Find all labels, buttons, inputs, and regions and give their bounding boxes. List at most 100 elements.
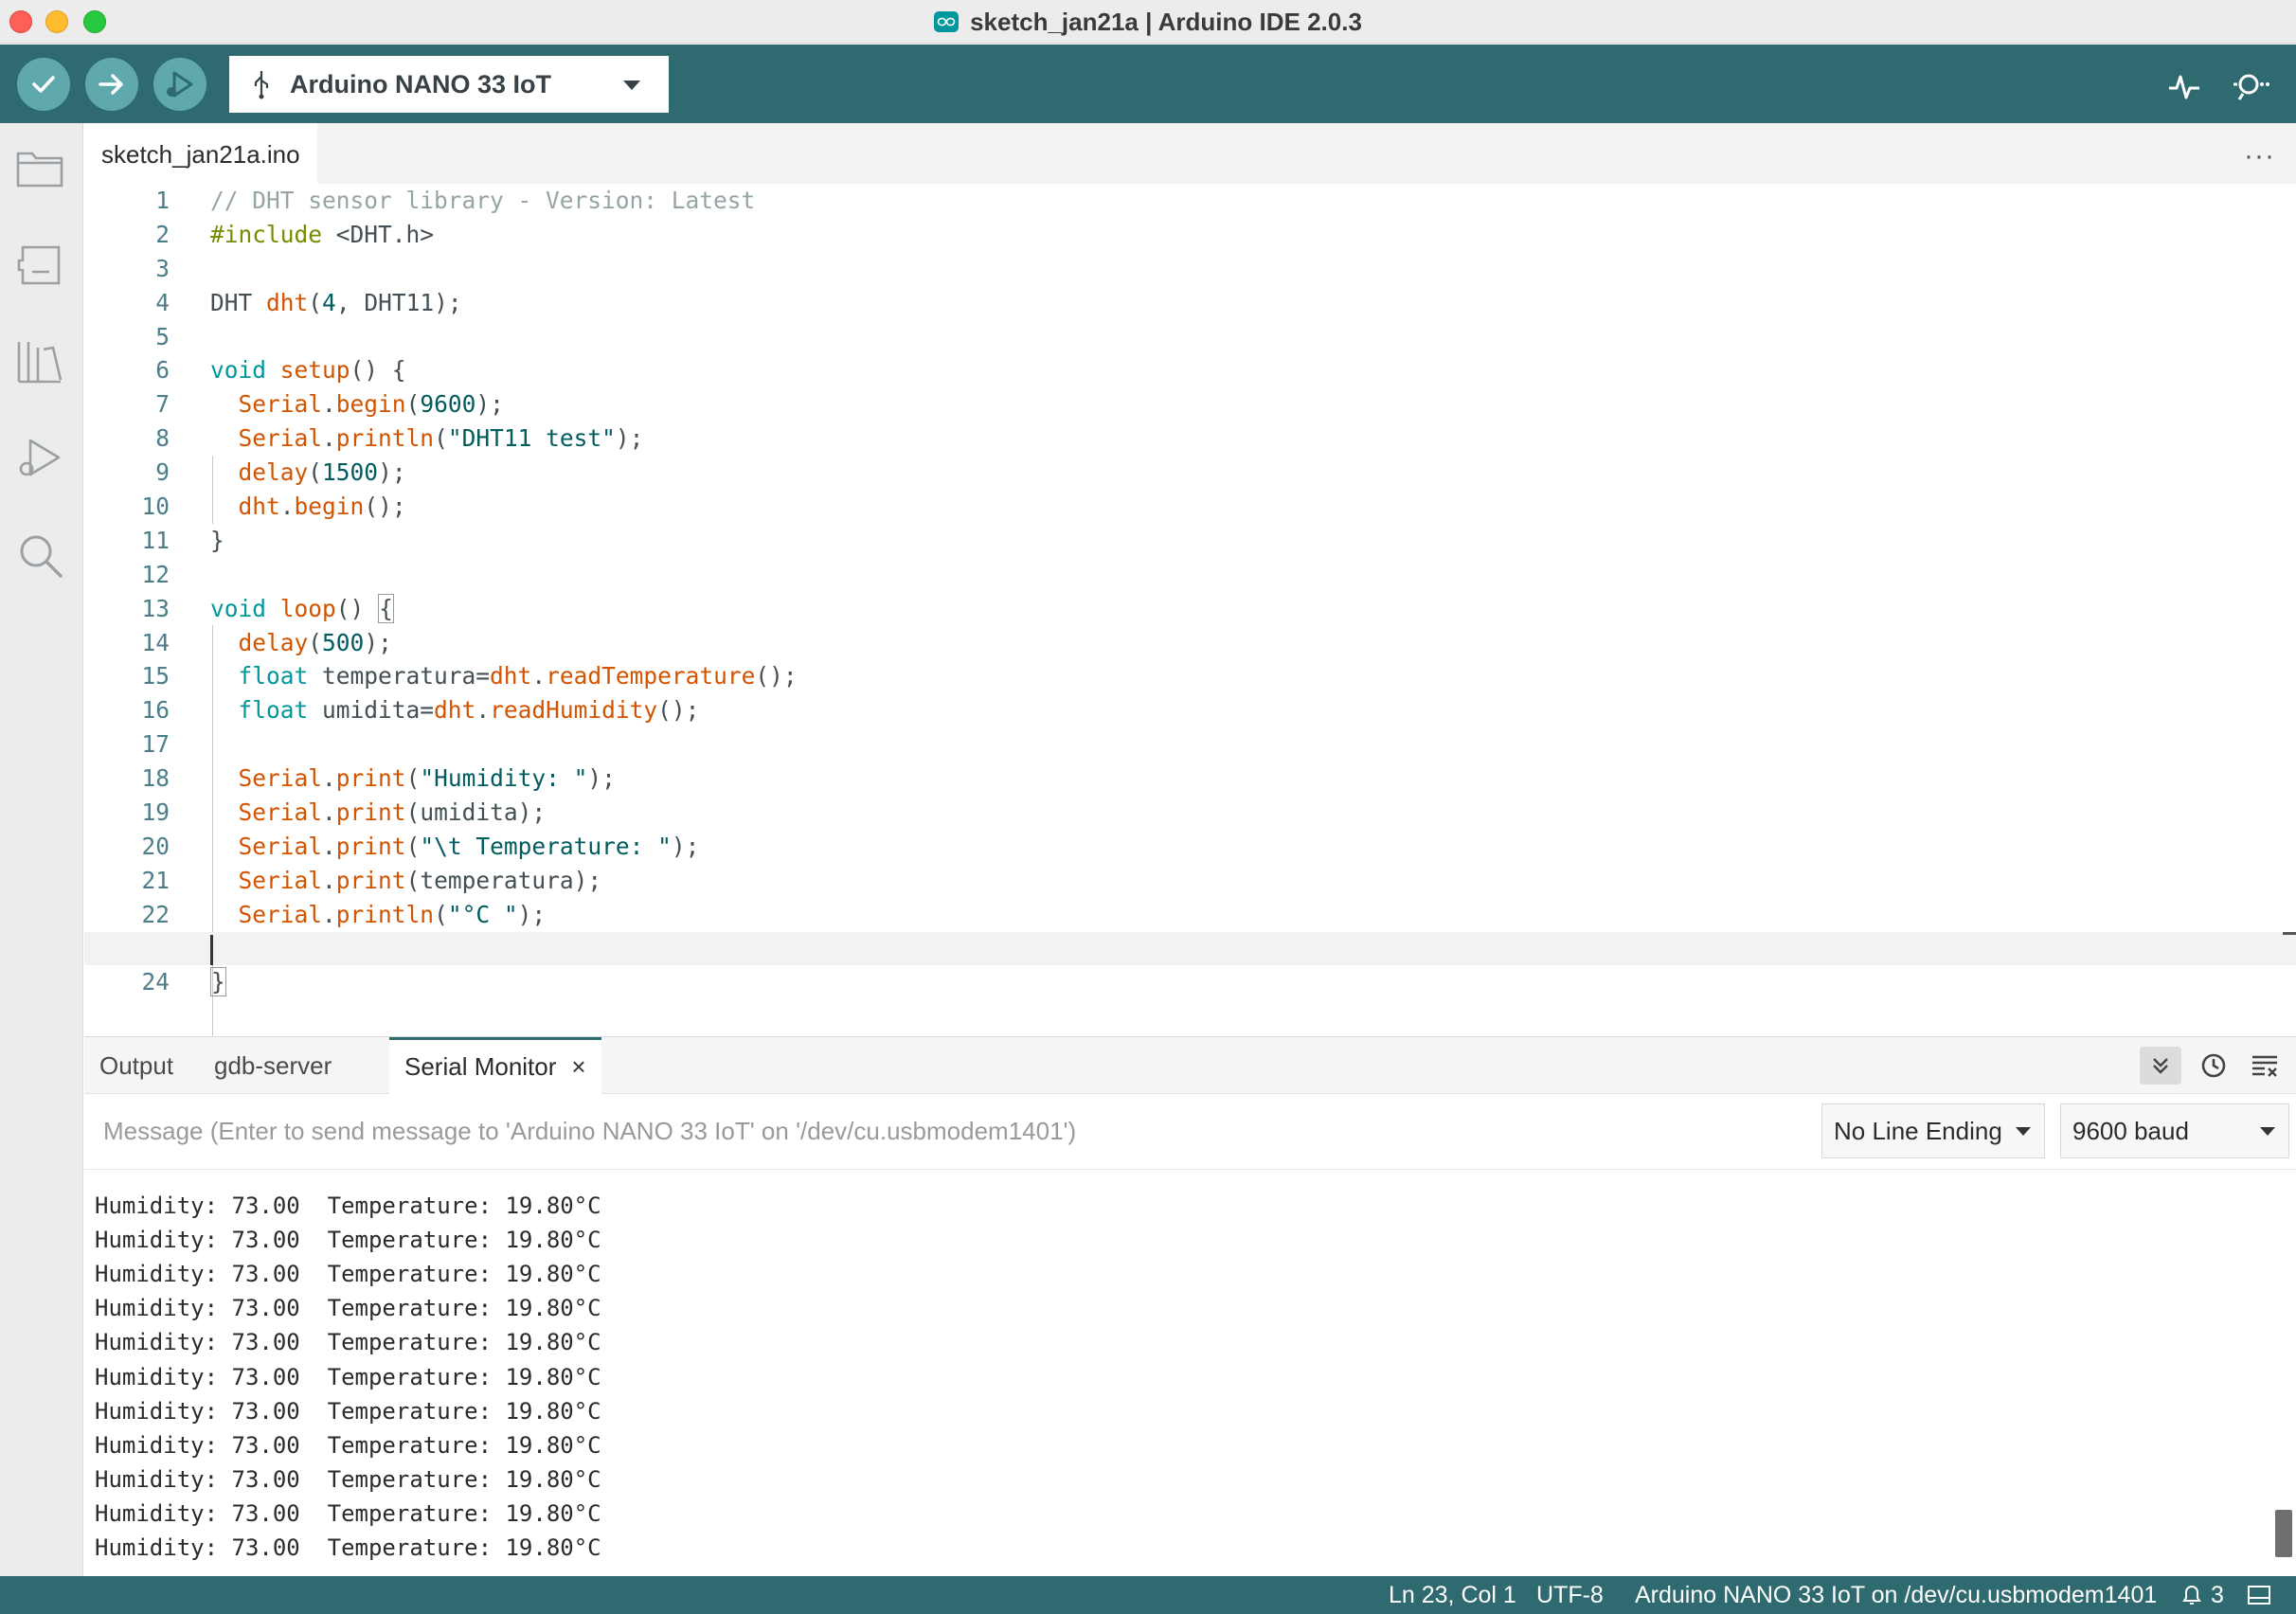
- serial-line: Humidity: 73.00 Temperature: 19.80°C: [95, 1465, 601, 1493]
- code-line: DHT dht(4, DHT11);: [210, 288, 462, 316]
- clear-output-button[interactable]: [2244, 1047, 2286, 1085]
- line-number: 15: [141, 662, 170, 690]
- code-line: Serial.print(temperatura);: [238, 866, 602, 894]
- code-editor[interactable]: 123456789101112131415161718192021222324 …: [84, 184, 2296, 1169]
- clock-icon: [2201, 1053, 2226, 1078]
- code-line: dht.begin();: [238, 493, 406, 521]
- line-number: 24: [141, 968, 170, 996]
- boards-manager-button[interactable]: [13, 239, 66, 292]
- serial-output: Humidity: 73.00 Temperature: 19.80°C Humi…: [84, 1172, 2296, 1577]
- folder-icon: [16, 152, 63, 188]
- debug-view-button[interactable]: [13, 432, 66, 485]
- serial-line: Humidity: 73.00 Temperature: 19.80°C: [95, 1397, 601, 1425]
- text-cursor: [210, 934, 213, 965]
- sketchbook-button[interactable]: [13, 142, 66, 195]
- line-number: 6: [155, 356, 170, 385]
- serial-line: Humidity: 73.00 Temperature: 19.80°C: [95, 1227, 601, 1254]
- search-button[interactable]: [13, 529, 66, 582]
- toggle-panel-button[interactable]: [2247, 1576, 2271, 1614]
- tab-gdb-server[interactable]: gdb-server: [214, 1037, 332, 1094]
- baud-rate-select[interactable]: 9600 baud: [2060, 1103, 2289, 1158]
- tab-serial-monitor[interactable]: Serial Monitor ×: [389, 1037, 601, 1094]
- cursor-position[interactable]: Ln 23, Col 1: [1389, 1576, 1516, 1614]
- clear-all-icon: [2252, 1055, 2277, 1077]
- debug-icon: [167, 71, 193, 98]
- close-icon[interactable]: ×: [571, 1052, 585, 1082]
- serial-line: Humidity: 73.00 Temperature: 19.80°C: [95, 1363, 601, 1390]
- more-icon[interactable]: ···: [2244, 140, 2275, 172]
- debug-icon: [19, 439, 61, 476]
- code-line: Serial.begin(9600);: [238, 390, 504, 419]
- board-selector[interactable]: Arduino NANO 33 IoT: [229, 56, 669, 113]
- verify-button[interactable]: [17, 58, 70, 111]
- serial-line: Humidity: 73.00 Temperature: 19.80°C: [95, 1261, 601, 1288]
- line-number: 19: [141, 798, 170, 827]
- line-number: 16: [141, 696, 170, 725]
- line-number: 18: [141, 764, 170, 793]
- code-line: Serial.print("Humidity: ");: [238, 764, 616, 793]
- line-number: 5: [155, 322, 170, 350]
- status-bar: Ln 23, Col 1 UTF-8 Arduino NANO 33 IoT o…: [0, 1576, 2296, 1614]
- code-line: Serial.println("DHT11 test");: [238, 424, 644, 453]
- arrow-right-icon: [99, 74, 123, 95]
- tab-sketch-file[interactable]: sketch_jan21a.ino: [84, 123, 317, 184]
- serial-output-scrollbar[interactable]: [2275, 1510, 2292, 1557]
- code-line: Serial.println("°C ");: [238, 900, 547, 928]
- autoscroll-toggle[interactable]: [2140, 1047, 2181, 1085]
- boards-manager-icon: [17, 245, 61, 285]
- chevron-down-icon: [623, 81, 640, 90]
- checkmark-icon: [32, 76, 55, 93]
- library-manager-button[interactable]: [13, 335, 66, 388]
- line-number: 14: [141, 628, 170, 656]
- serial-line: Humidity: 73.00 Temperature: 19.80°C: [95, 1193, 601, 1219]
- code-line: delay(500);: [238, 628, 392, 656]
- upload-button[interactable]: [85, 58, 138, 111]
- search-icon: [20, 535, 63, 578]
- panel-tab-bar: Output gdb-server Serial Monitor ×: [84, 1037, 2296, 1094]
- toolbar: Arduino NANO 33 IoT: [0, 45, 2296, 123]
- line-ending-select[interactable]: No Line Ending: [1821, 1103, 2045, 1158]
- line-number: 1: [155, 187, 170, 214]
- code-line-current: [84, 931, 2296, 966]
- debug-button[interactable]: [153, 58, 206, 111]
- title-bar: sketch_jan21a | Arduino IDE 2.0.3: [0, 0, 2296, 44]
- code-line: Serial.print("\t Temperature: ");: [238, 832, 700, 860]
- overview-ruler-mark: [2283, 932, 2296, 935]
- line-number: 17: [141, 730, 170, 759]
- chevrons-down-icon: [2153, 1058, 2168, 1074]
- line-ending-value: No Line Ending: [1834, 1116, 2002, 1145]
- serial-plotter-icon: [2169, 75, 2199, 99]
- notifications-button[interactable]: 3: [2180, 1576, 2224, 1614]
- usb-icon: [254, 71, 269, 99]
- bottom-panel: Output gdb-server Serial Monitor × No Li…: [84, 1036, 2296, 1576]
- serial-monitor-button[interactable]: [2232, 65, 2273, 107]
- code-line: }: [210, 967, 226, 997]
- line-number: 21: [141, 866, 170, 894]
- message-row: No Line Ending 9600 baud: [84, 1094, 2296, 1170]
- serial-line: Humidity: 73.00 Temperature: 19.80°C: [95, 1295, 601, 1322]
- notification-count: 3: [2211, 1582, 2224, 1608]
- tab-output[interactable]: Output: [99, 1037, 173, 1094]
- line-number: 11: [141, 526, 170, 554]
- serial-plotter-button[interactable]: [2163, 65, 2205, 107]
- timestamp-toggle[interactable]: [2193, 1047, 2234, 1085]
- code-line: Serial.print(umidita);: [238, 798, 547, 827]
- code-line: void setup() {: [210, 356, 406, 385]
- file-encoding[interactable]: UTF-8: [1536, 1576, 1604, 1614]
- line-number: 20: [141, 832, 170, 860]
- tab-serial-monitor-label: Serial Monitor: [404, 1052, 557, 1081]
- code-line: float temperatura=dht.readTemperature();: [238, 662, 798, 690]
- board-name: Arduino NANO 33 IoT: [290, 69, 551, 99]
- serial-line: Humidity: 73.00 Temperature: 19.80°C: [95, 1534, 601, 1561]
- code-line: // DHT sensor library - Version: Latest: [210, 187, 756, 214]
- message-input[interactable]: [84, 1100, 1808, 1162]
- editor-tab-bar: sketch_jan21a.ino ···: [84, 123, 2296, 184]
- board-port-status[interactable]: Arduino NANO 33 IoT on /dev/cu.usbmodem1…: [1635, 1576, 2157, 1614]
- line-number: 4: [155, 288, 170, 316]
- code-line: float umidita=dht.readHumidity();: [238, 696, 700, 725]
- line-number: 9: [155, 458, 170, 487]
- panel-layout-icon: [2248, 1586, 2270, 1605]
- code-content: // DHT sensor library - Version: Latest …: [84, 184, 2296, 999]
- line-number: 13: [141, 594, 170, 622]
